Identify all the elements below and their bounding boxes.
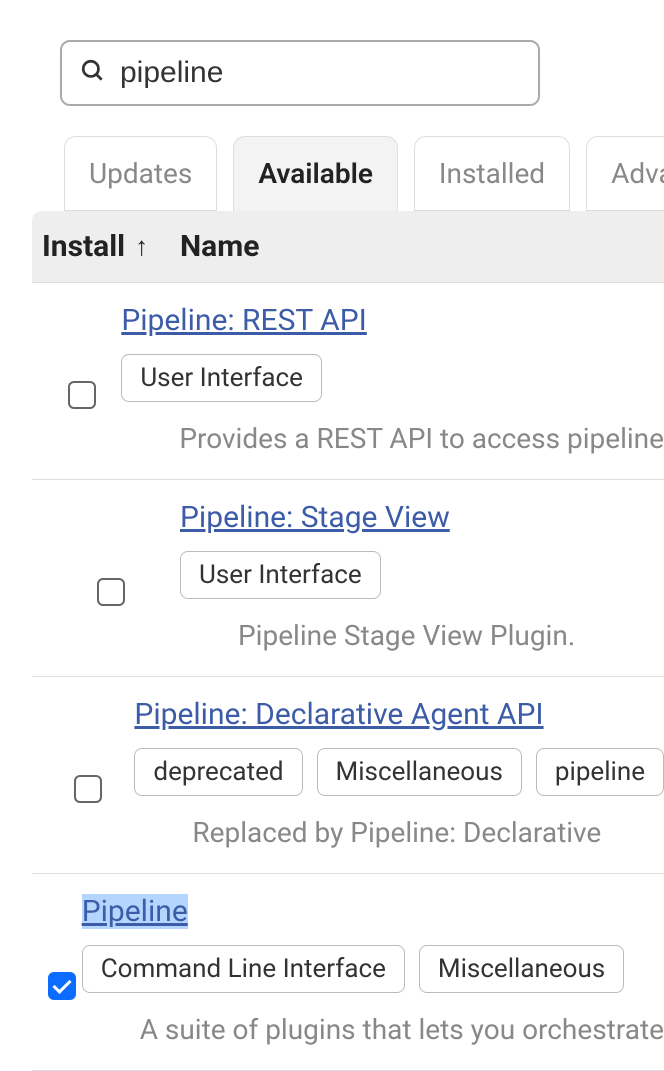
table-header: Install ↑ Name xyxy=(32,211,664,283)
table-row: Pipeline: REST API User Interface Provides… xyxy=(32,283,664,480)
plugin-table: Install ↑ Name Pipeline: REST API User In… xyxy=(32,211,664,1071)
search-icon xyxy=(80,58,106,88)
install-checkbox[interactable] xyxy=(48,972,76,1000)
plugin-link[interactable]: Pipeline: REST API xyxy=(121,303,367,338)
column-install-label: Install xyxy=(42,229,125,264)
install-checkbox[interactable] xyxy=(97,578,125,606)
plugin-content: Pipeline: Declarative Agent API deprecate… xyxy=(134,697,664,849)
plugin-description: Pipeline Stage View Plugin. xyxy=(238,619,664,652)
tabs: Updates Available Installed Advanced xyxy=(64,136,664,211)
table-row: Pipeline: Declarative Agent API deprecate… xyxy=(32,677,664,874)
plugin-tag[interactable]: User Interface xyxy=(180,551,381,599)
plugin-tags: deprecated Miscellaneous pipeline xyxy=(134,748,664,796)
plugin-tag[interactable]: User Interface xyxy=(121,354,322,402)
plugin-link[interactable]: Pipeline xyxy=(82,894,188,929)
install-checkbox[interactable] xyxy=(74,775,102,803)
column-install[interactable]: Install ↑ xyxy=(42,229,180,264)
search-box[interactable] xyxy=(60,40,540,106)
plugin-tag[interactable]: Miscellaneous xyxy=(419,945,624,993)
plugin-tag[interactable]: Miscellaneous xyxy=(317,748,522,796)
table-row: Pipeline: Stage View User Interface Pipeli… xyxy=(32,480,664,677)
plugin-link[interactable]: Pipeline: Declarative Agent API xyxy=(134,697,543,732)
tab-advanced[interactable]: Advanced xyxy=(586,136,664,211)
tab-updates[interactable]: Updates xyxy=(64,136,217,211)
plugin-tags: User Interface xyxy=(121,354,664,402)
plugin-description: Provides a REST API to access pipeline xyxy=(179,422,664,455)
tab-installed[interactable]: Installed xyxy=(414,136,570,211)
plugin-description: A suite of plugins that lets you orchest… xyxy=(140,1013,664,1046)
plugin-tags: User Interface xyxy=(180,551,664,599)
checkbox-cell xyxy=(42,500,180,652)
plugin-tag[interactable]: deprecated xyxy=(134,748,302,796)
search-input[interactable] xyxy=(120,56,520,90)
plugin-content: Pipeline: Stage View User Interface Pipeli… xyxy=(180,500,664,652)
plugin-description: Replaced by Pipeline: Declarative xyxy=(192,816,664,849)
plugin-tags: Command Line Interface Miscellaneous xyxy=(82,945,664,993)
sort-arrow-up-icon: ↑ xyxy=(135,231,148,262)
plugin-content: Pipeline: REST API User Interface Provides… xyxy=(121,303,664,455)
plugin-link[interactable]: Pipeline: Stage View xyxy=(180,500,450,535)
plugin-tag[interactable]: Command Line Interface xyxy=(82,945,405,993)
plugin-content: Pipeline Command Line Interface Miscellane… xyxy=(82,894,664,1046)
table-row: Pipeline Command Line Interface Miscellane… xyxy=(32,874,664,1071)
checkbox-cell xyxy=(42,697,134,849)
column-name[interactable]: Name xyxy=(180,229,259,264)
install-checkbox[interactable] xyxy=(68,381,96,409)
plugin-tag[interactable]: pipeline xyxy=(536,748,664,796)
tab-available[interactable]: Available xyxy=(233,136,398,211)
checkbox-cell xyxy=(42,894,82,1046)
checkbox-cell xyxy=(42,303,121,455)
